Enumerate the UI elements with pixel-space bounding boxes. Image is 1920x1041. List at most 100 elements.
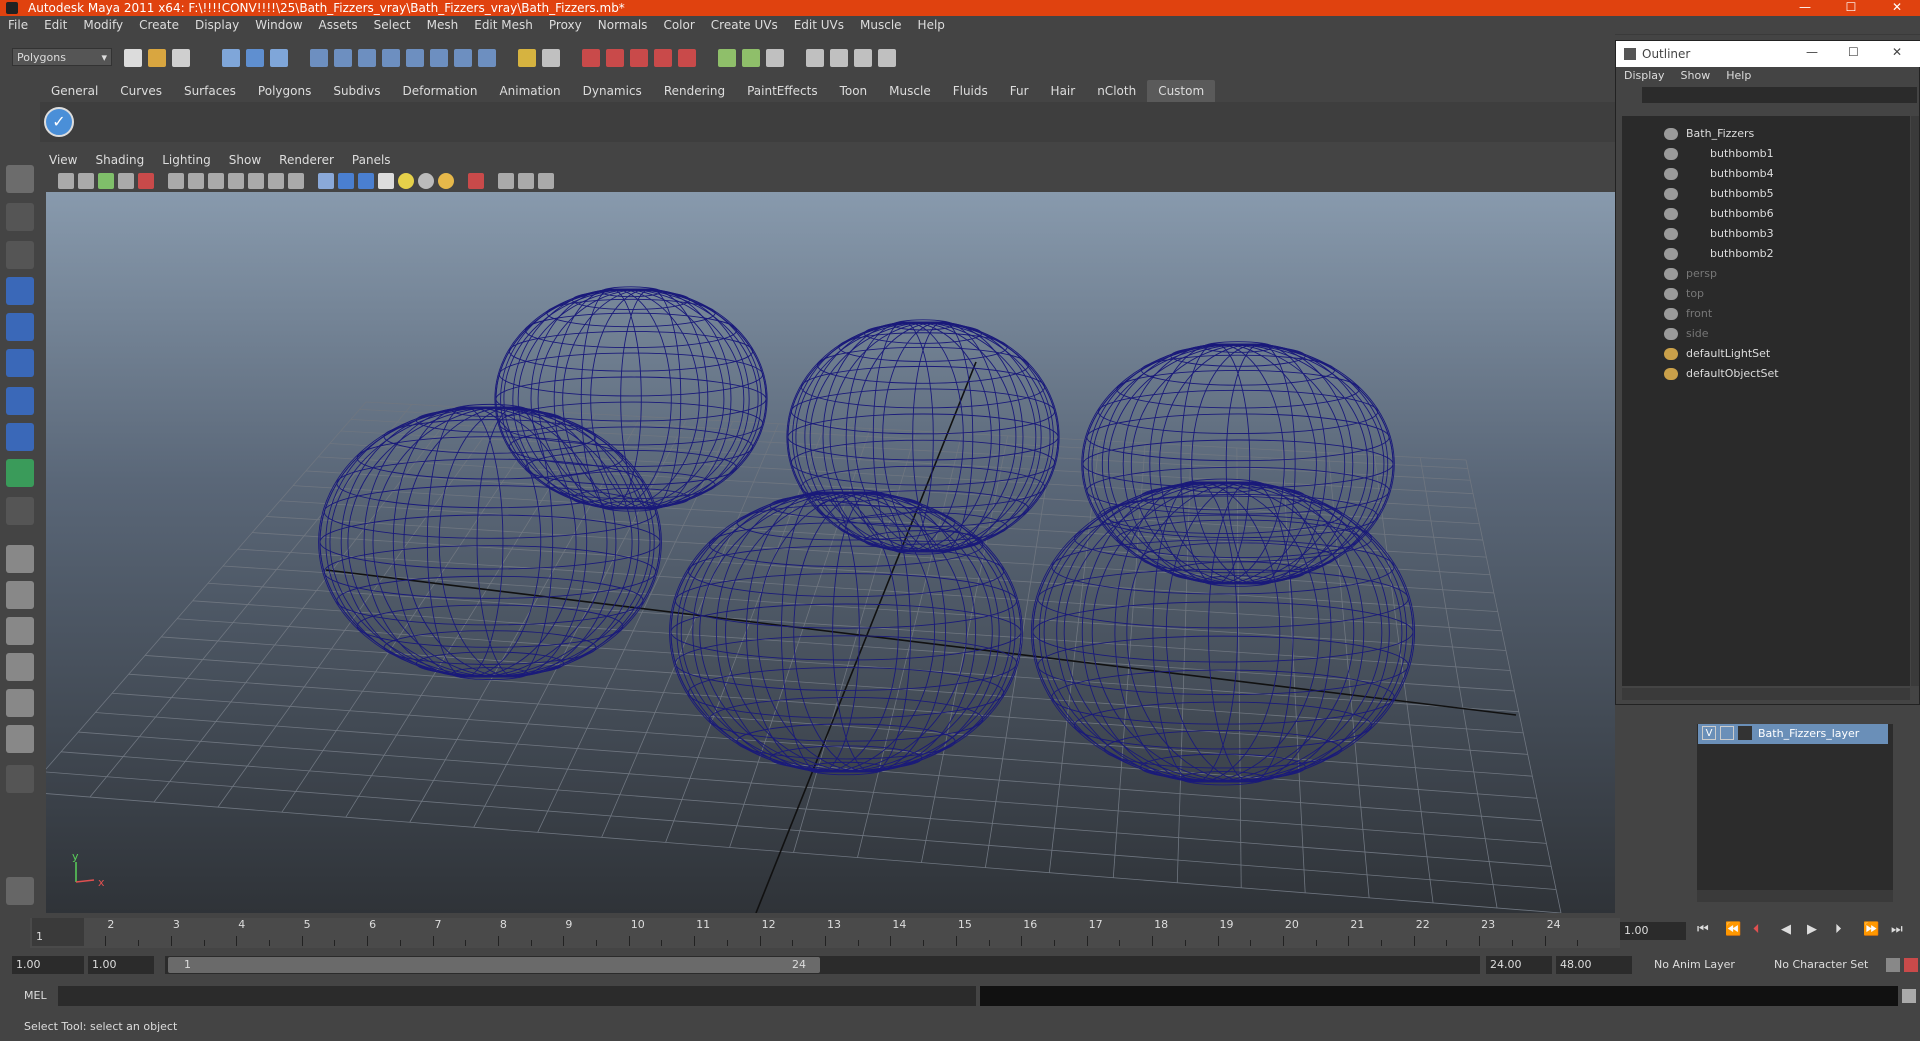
shelf-tab-custom[interactable]: Custom <box>1147 80 1216 102</box>
history-icon[interactable] <box>718 49 736 67</box>
outliner-item[interactable]: defaultObjectSet <box>1622 364 1902 384</box>
move-tool-icon[interactable] <box>6 277 34 305</box>
layer-row[interactable]: V Bath_Fizzers_layer <box>1698 724 1888 744</box>
shelf-tab-dynamics[interactable]: Dynamics <box>572 80 653 102</box>
menu-window[interactable]: Window <box>247 16 310 34</box>
shelf-tab-subdivs[interactable]: Subdivs <box>322 80 391 102</box>
step-back-frame-button[interactable]: ⏴ <box>1753 922 1760 937</box>
select-deform-icon[interactable] <box>406 49 424 67</box>
snap-grid-icon[interactable] <box>582 49 600 67</box>
render-view-icon[interactable] <box>806 49 824 67</box>
persp-outliner-layout-icon[interactable] <box>6 617 34 645</box>
layer-visibility-toggle[interactable]: V <box>1702 726 1716 740</box>
xray-icon[interactable] <box>498 173 514 189</box>
shelf-tab-toon[interactable]: Toon <box>829 80 879 102</box>
last-tool-icon[interactable] <box>6 497 34 525</box>
menu-create[interactable]: Create <box>131 16 187 34</box>
safe-action-icon[interactable] <box>268 173 284 189</box>
play-backwards-button[interactable]: ◀ <box>1781 922 1791 937</box>
menu-proxy[interactable]: Proxy <box>541 16 590 34</box>
lasso-tool-icon[interactable] <box>6 203 34 231</box>
render-settings-icon[interactable] <box>766 49 784 67</box>
shelf-tab-surfaces[interactable]: Surfaces <box>173 80 247 102</box>
grid-toggle-icon[interactable] <box>168 173 184 189</box>
outliner-item[interactable]: side <box>1622 324 1902 344</box>
step-forward-frame-button[interactable]: ⏵ <box>1835 922 1842 937</box>
use-default-light-icon[interactable] <box>398 173 414 189</box>
snap-curve-icon[interactable] <box>606 49 624 67</box>
persp-graph-layout-icon[interactable] <box>6 653 34 681</box>
menu-mesh[interactable]: Mesh <box>419 16 467 34</box>
menu-set-selector[interactable]: Polygons ▾ <box>12 48 112 66</box>
outliner-item[interactable]: buthbomb2 <box>1622 244 1902 264</box>
soft-modification-icon[interactable] <box>6 423 34 451</box>
shelf-tab-hair[interactable]: Hair <box>1040 80 1087 102</box>
outliner-vertical-scrollbar[interactable] <box>1911 116 1919 686</box>
shelf-tab-deformation[interactable]: Deformation <box>391 80 488 102</box>
gate-mask-icon[interactable] <box>228 173 244 189</box>
panel-menu-view[interactable]: View <box>40 150 86 170</box>
command-input[interactable] <box>58 986 976 1006</box>
script-editor-icon[interactable] <box>1902 989 1916 1003</box>
layer-playback-toggle[interactable] <box>1720 726 1734 740</box>
camera-attributes-icon[interactable] <box>78 173 94 189</box>
panel-menu-show[interactable]: Show <box>220 150 270 170</box>
shelf-tab-ncloth[interactable]: nCloth <box>1086 80 1147 102</box>
checkmark-shelf-icon[interactable]: ✓ <box>44 107 74 137</box>
time-slider[interactable]: 123456789101112131415161718192021222324 <box>30 918 1620 948</box>
hand-icon[interactable] <box>6 877 34 905</box>
save-scene-icon[interactable] <box>172 49 190 67</box>
snap-point-icon[interactable] <box>630 49 648 67</box>
xray-joints-icon[interactable] <box>518 173 534 189</box>
step-forward-key-button[interactable]: ⏩ <box>1863 922 1879 937</box>
safe-title-icon[interactable] <box>288 173 304 189</box>
shelf-tab-fluids[interactable]: Fluids <box>942 80 999 102</box>
select-curve-icon[interactable] <box>358 49 376 67</box>
render-current-frame-icon[interactable] <box>830 49 848 67</box>
outliner-menu-help[interactable]: Help <box>1718 67 1759 85</box>
shelf-tab-fur[interactable]: Fur <box>999 80 1040 102</box>
shelf-tab-curves[interactable]: Curves <box>109 80 173 102</box>
bookmarks-icon[interactable] <box>98 173 114 189</box>
use-all-lights-icon[interactable] <box>418 173 434 189</box>
layer-color-swatch[interactable] <box>1738 726 1752 740</box>
film-gate-icon[interactable] <box>188 173 204 189</box>
rotate-tool-icon[interactable] <box>6 313 34 341</box>
go-to-end-button[interactable]: ⏭ <box>1891 922 1903 937</box>
shelf-options[interactable] <box>0 80 38 142</box>
outliner-horizontal-scrollbar[interactable] <box>1622 688 1910 700</box>
shadows-icon[interactable] <box>438 173 454 189</box>
menu-select[interactable]: Select <box>366 16 419 34</box>
outliner-item[interactable]: buthbomb3 <box>1622 224 1902 244</box>
play-forwards-button[interactable]: ▶ <box>1807 922 1817 937</box>
wireframe-on-shaded-icon[interactable] <box>358 173 374 189</box>
step-back-key-button[interactable]: ⏪ <box>1725 922 1741 937</box>
open-scene-icon[interactable] <box>148 49 166 67</box>
outliner-item[interactable]: buthbomb4 <box>1622 164 1902 184</box>
maximize-button[interactable]: ☐ <box>1836 0 1866 16</box>
two-d-pan-zoom-icon[interactable] <box>138 173 154 189</box>
single-perspective-layout-icon[interactable] <box>6 545 34 573</box>
shelf-tab-painteffects[interactable]: PaintEffects <box>736 80 828 102</box>
snap-view-plane-icon[interactable] <box>654 49 672 67</box>
select-component-icon[interactable] <box>270 49 288 67</box>
menu-modify[interactable]: Modify <box>75 16 131 34</box>
select-camera-icon[interactable] <box>58 173 74 189</box>
outliner-filter-field[interactable] <box>1642 87 1917 103</box>
make-live-icon[interactable] <box>678 49 696 67</box>
outliner-maximize-button[interactable]: ☐ <box>1848 45 1859 59</box>
universal-manipulator-icon[interactable] <box>6 387 34 415</box>
menu-file[interactable]: File <box>0 16 36 34</box>
resolution-gate-icon[interactable] <box>208 173 224 189</box>
outliner-item[interactable]: defaultLightSet <box>1622 344 1902 364</box>
shelf-tab-muscle[interactable]: Muscle <box>878 80 942 102</box>
anim-layer-selector[interactable]: No Anim Layer <box>1650 956 1750 974</box>
smooth-shading-icon[interactable] <box>338 173 354 189</box>
paint-select-tool-icon[interactable] <box>6 241 34 269</box>
panel-menu-lighting[interactable]: Lighting <box>153 150 220 170</box>
panel-menu-shading[interactable]: Shading <box>86 150 153 170</box>
key-icon[interactable] <box>1886 958 1900 972</box>
isolate-select-icon[interactable] <box>468 173 484 189</box>
wireframe-shading-icon[interactable] <box>318 173 334 189</box>
ipr-render-icon[interactable] <box>854 49 872 67</box>
